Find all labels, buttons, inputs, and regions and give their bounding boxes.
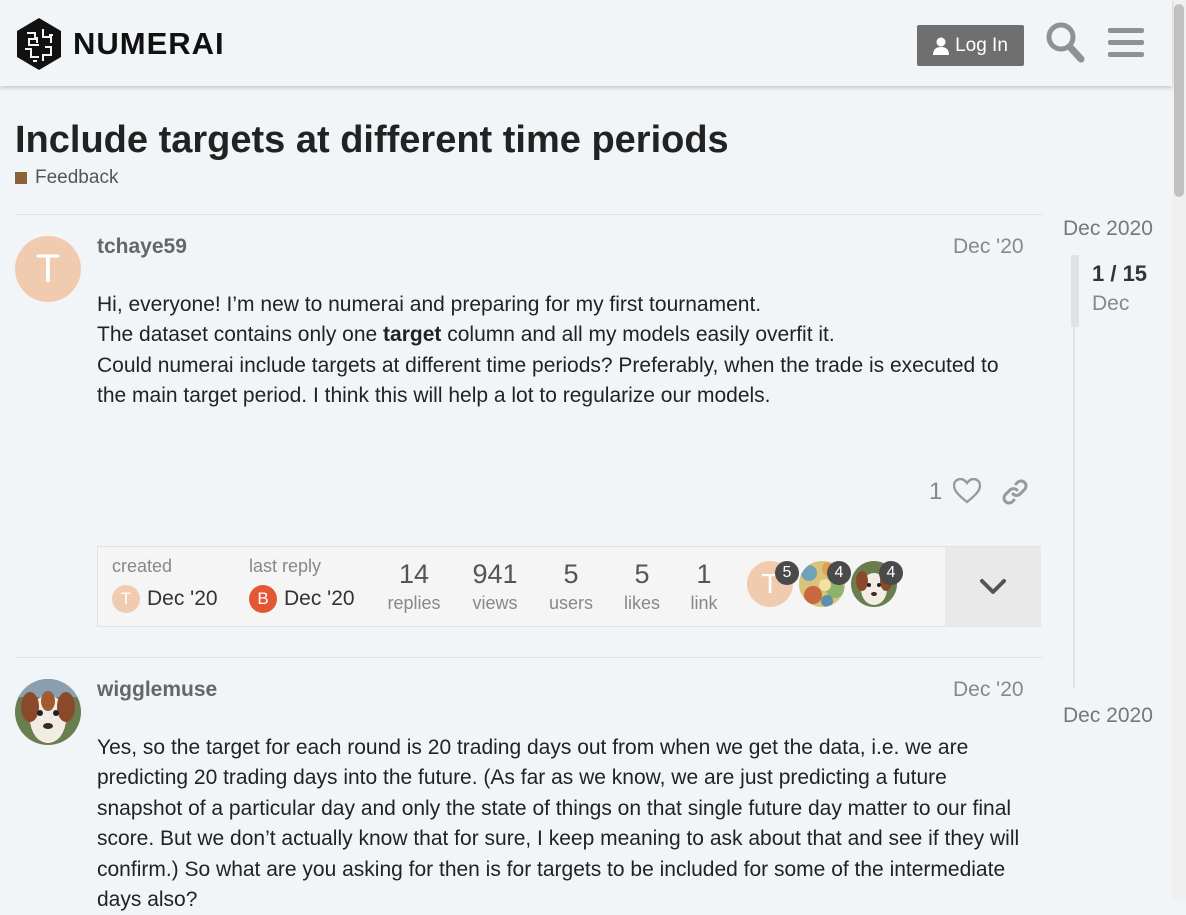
link-icon[interactable] <box>1001 478 1029 506</box>
post-username[interactable]: tchaye59 <box>97 235 187 259</box>
category-color-swatch <box>15 172 27 184</box>
post-text: The dataset contains only one <box>97 323 384 347</box>
post-paragraph: Yes, so the target for each round is 20 … <box>97 736 1020 912</box>
category-badge[interactable]: Feedback <box>15 167 118 189</box>
chevron-down-icon <box>980 578 1006 594</box>
participant-post-count: 5 <box>775 561 799 585</box>
last-reply-row[interactable]: B Dec '20 <box>249 585 355 613</box>
created-section: created T Dec '20 <box>112 556 218 613</box>
search-icon[interactable] <box>1045 21 1085 63</box>
stat-number: 5 <box>634 559 650 589</box>
last-reply-section: last reply B Dec '20 <box>249 556 355 613</box>
post-divider <box>15 657 1042 658</box>
dog-avatar-image <box>15 679 81 745</box>
timeline-position: 1 / 15 <box>1092 261 1148 286</box>
timeline-end-date[interactable]: Dec 2020 <box>1063 704 1153 728</box>
avatar[interactable] <box>15 679 81 745</box>
participant-post-count: 4 <box>827 561 851 585</box>
avatar-letter: T <box>35 246 61 291</box>
timeline-position-date: Dec <box>1092 292 1130 315</box>
post-paragraph: Could numerai include targets at differe… <box>97 353 999 408</box>
stat-users: 5 users <box>546 559 596 614</box>
stat-label: replies <box>387 593 441 613</box>
last-reply-label: last reply <box>249 556 322 576</box>
created-row[interactable]: T Dec '20 <box>112 585 218 613</box>
expand-topic-map-button[interactable] <box>945 547 1041 626</box>
stat-label: link <box>690 593 718 613</box>
user-icon <box>933 37 950 55</box>
stat-replies: 14 replies <box>386 559 442 614</box>
post-body: Yes, so the target for each round is 20 … <box>97 733 1027 915</box>
post-text: column and all my models easily overfit … <box>441 323 835 347</box>
logo-text: NUMERAI <box>73 26 225 61</box>
last-reply-date: Dec '20 <box>284 587 355 610</box>
avatar: B <box>249 585 277 613</box>
category-label: Feedback <box>35 167 119 188</box>
post-divider <box>15 214 1042 215</box>
menu-icon[interactable] <box>1108 21 1144 63</box>
stat-number: 941 <box>472 559 518 589</box>
site-logo[interactable]: NUMERAI <box>15 17 225 71</box>
like-count[interactable]: 1 <box>929 478 942 506</box>
stat-likes: 5 likes <box>620 559 664 614</box>
timeline-scroll-handle[interactable] <box>1071 255 1079 327</box>
post-paragraph: The dataset contains only one target col… <box>97 320 1027 350</box>
stat-label: likes <box>623 593 660 613</box>
timeline-start-date[interactable]: Dec 2020 <box>1063 217 1153 241</box>
logo-icon <box>17 18 61 70</box>
scrollbar-thumb[interactable] <box>1174 4 1184 197</box>
created-label: created <box>112 556 173 576</box>
stat-label: views <box>472 593 518 613</box>
login-button[interactable]: Log In <box>917 25 1024 66</box>
stat-views: 941 views <box>466 559 524 614</box>
stat-number: 5 <box>563 559 579 589</box>
created-date: Dec '20 <box>147 587 218 610</box>
topic-title[interactable]: Include targets at different time period… <box>15 119 729 162</box>
topic-map: created T Dec '20 last reply B Dec '20 1… <box>97 546 1041 627</box>
post-paragraph: Hi, everyone! I’m new to numerai and pre… <box>97 293 762 316</box>
participant-post-count: 4 <box>879 561 903 585</box>
post-body: Hi, everyone! I’m new to numerai and pre… <box>97 290 1027 412</box>
heart-icon[interactable] <box>953 478 981 504</box>
post-bold-text: target <box>383 323 442 347</box>
post-date[interactable]: Dec '20 <box>953 678 1024 702</box>
stat-number: 1 <box>696 559 712 589</box>
avatar: T <box>112 585 140 613</box>
stat-number: 14 <box>398 559 430 589</box>
post-date[interactable]: Dec '20 <box>953 235 1024 259</box>
stat-label: users <box>548 593 593 613</box>
login-label: Log In <box>955 34 1008 56</box>
stat-links: 1 link <box>688 559 720 614</box>
post-username[interactable]: wigglemuse <box>97 678 217 702</box>
site-header: NUMERAI Log In <box>0 0 1172 86</box>
avatar[interactable]: T <box>15 236 81 302</box>
